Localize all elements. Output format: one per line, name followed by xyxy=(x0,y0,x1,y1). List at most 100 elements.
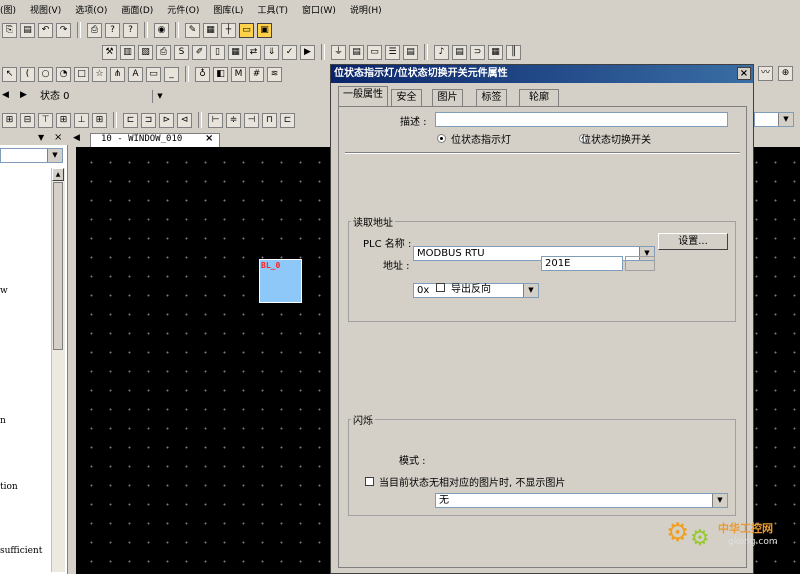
sd-icon[interactable]: S xyxy=(174,44,189,60)
arc-icon[interactable]: ( xyxy=(20,66,35,82)
pie-icon[interactable]: ◔ xyxy=(56,66,71,82)
plug-icon[interactable]: ⏚ xyxy=(331,44,346,60)
tab-security[interactable]: 安全 xyxy=(391,89,422,106)
next-state-icon[interactable]: ▶ xyxy=(20,90,27,100)
bit-lamp-element[interactable]: BL_0 xyxy=(259,259,302,303)
help-icon[interactable]: ? xyxy=(105,22,120,38)
screen-list-icon[interactable]: ▤ xyxy=(452,44,467,60)
rectangle-icon[interactable]: □ xyxy=(74,66,89,82)
dialog-titlebar[interactable]: 位状态指示灯/位状态切换开关元件属性 × xyxy=(331,65,753,83)
printer-setup-icon[interactable]: ⎙ xyxy=(156,44,171,60)
same-width-icon[interactable]: ⊓ xyxy=(262,112,277,128)
desc-input[interactable] xyxy=(435,112,728,127)
calendar-icon[interactable]: ▦ xyxy=(488,44,503,60)
tab-picture[interactable]: 图片 xyxy=(432,89,463,106)
same-height-icon[interactable]: ⊏ xyxy=(280,112,295,128)
align-bottom-icon[interactable]: ⊥ xyxy=(74,112,89,128)
panel-dropdown[interactable]: ▼ xyxy=(0,148,63,163)
scale-icon[interactable]: ⋔ xyxy=(110,66,125,82)
bulb-icon[interactable]: ♁ xyxy=(195,66,210,82)
menu-item-tools[interactable]: 工具(T) xyxy=(257,3,288,16)
picture-icon[interactable]: ▭ xyxy=(146,66,161,82)
bring-front-icon[interactable]: ⊏ xyxy=(123,112,138,128)
print-icon[interactable]: ⎙ xyxy=(87,22,102,38)
menu-item-view[interactable]: 视图(V) xyxy=(30,3,61,16)
switch-icon[interactable]: ◧ xyxy=(213,66,228,82)
link-icon[interactable]: ⊃ xyxy=(470,44,485,60)
compile-icon[interactable]: ✓ xyxy=(282,44,297,60)
tab-outline[interactable]: 轮廓 xyxy=(519,89,559,106)
bars-icon[interactable]: ║ xyxy=(506,44,521,60)
menu-item-screen[interactable]: 画面(D) xyxy=(121,3,153,16)
overlap-window-icon[interactable]: ▣ xyxy=(257,22,272,38)
grid-icon[interactable]: ▦ xyxy=(203,22,218,38)
right-dropdown[interactable]: ▼ xyxy=(754,112,794,127)
music-icon[interactable]: ♪ xyxy=(434,44,449,60)
pick-icon[interactable]: ◉ xyxy=(154,22,169,38)
folder-icon[interactable]: ▭ xyxy=(367,44,382,60)
tab-scroll-left-icon[interactable]: ◀ xyxy=(73,133,80,143)
target-icon[interactable]: ⊕ xyxy=(778,66,793,81)
transfer-icon[interactable]: ⇄ xyxy=(246,44,261,60)
menu-item-help[interactable]: 说明(H) xyxy=(350,3,382,16)
menu-item-library[interactable]: 图库(L) xyxy=(213,3,243,16)
paste-icon[interactable]: ▤ xyxy=(20,22,35,38)
download-icon[interactable]: ⇓ xyxy=(264,44,279,60)
record-icon[interactable]: ▤ xyxy=(403,44,418,60)
text-icon[interactable]: A xyxy=(128,66,143,82)
list-icon[interactable]: ☰ xyxy=(385,44,400,60)
radio-bit-lamp[interactable] xyxy=(437,134,446,143)
ungroup-icon[interactable]: ⊟ xyxy=(20,112,35,128)
panel-menu-icon[interactable]: ▼ xyxy=(38,133,44,142)
trend-icon[interactable]: 〰 xyxy=(758,66,773,81)
align-grid-icon[interactable]: ⊞ xyxy=(92,112,107,128)
prev-state-icon[interactable]: ◀ xyxy=(2,90,9,100)
edit-icon[interactable]: ✐ xyxy=(192,44,207,60)
scroll-thumb[interactable] xyxy=(53,182,63,350)
hide-picture-checkbox[interactable] xyxy=(365,477,374,486)
address-input[interactable]: 201E xyxy=(541,256,623,271)
context-help-icon[interactable]: ? xyxy=(123,22,138,38)
panel-close-icon[interactable]: × xyxy=(54,132,62,143)
invert-checkbox[interactable] xyxy=(436,283,445,292)
undo-icon[interactable]: ↶ xyxy=(38,22,53,38)
dialog-close-button[interactable]: × xyxy=(737,67,751,80)
align-top-icon[interactable]: ⊤ xyxy=(38,112,53,128)
tab-label-settings[interactable]: 标签 xyxy=(476,89,507,106)
multi-state-icon[interactable]: M xyxy=(231,66,246,82)
menu-item[interactable]: (图) xyxy=(0,3,16,16)
backward-icon[interactable]: ⊲ xyxy=(177,112,192,128)
panel-scrollbar[interactable]: ▲ xyxy=(51,168,65,572)
simulate-icon[interactable]: ▶ xyxy=(300,44,315,60)
menu-item-element[interactable]: 元件(O) xyxy=(167,3,199,16)
scroll-up-button[interactable]: ▲ xyxy=(52,168,64,181)
group-icon[interactable]: ⊞ xyxy=(2,112,17,128)
state-dropdown[interactable]: 状态 0 ▼ xyxy=(36,89,168,104)
copy-icon[interactable]: ⎘ xyxy=(2,22,17,38)
settings-button[interactable]: 设置... xyxy=(658,233,728,250)
page-icon[interactable]: ▯ xyxy=(210,44,225,60)
ascii-icon[interactable]: ≋ xyxy=(267,66,282,82)
mode-dropdown[interactable]: 无 ▼ xyxy=(435,493,728,508)
tab-close-icon[interactable]: × xyxy=(205,133,213,144)
book-icon[interactable]: ▤ xyxy=(349,44,364,60)
align-middle-icon[interactable]: ⊞ xyxy=(56,112,71,128)
align-left-icon[interactable]: ⊢ xyxy=(208,112,223,128)
tools-icon[interactable]: ⚒ xyxy=(102,44,117,60)
menu-item-options[interactable]: 选项(O) xyxy=(75,3,107,16)
shape-library-icon[interactable]: ▧ xyxy=(138,44,153,60)
align-right-icon[interactable]: ⊣ xyxy=(244,112,259,128)
table-icon[interactable]: ▦ xyxy=(228,44,243,60)
tab-window-010[interactable]: 10 - WINDOW_010 × xyxy=(90,133,220,147)
send-back-icon[interactable]: ⊐ xyxy=(141,112,156,128)
pen-icon[interactable]: ✎ xyxy=(185,22,200,38)
snap-icon[interactable]: ┼ xyxy=(221,22,236,38)
forward-icon[interactable]: ⊳ xyxy=(159,112,174,128)
pointer-icon[interactable]: ↖ xyxy=(2,66,17,82)
line-icon[interactable]: _ xyxy=(164,66,179,82)
image-library-icon[interactable]: ▥ xyxy=(120,44,135,60)
window-icon[interactable]: ▭ xyxy=(239,22,254,38)
align-center-icon[interactable]: ≑ xyxy=(226,112,241,128)
polygon-icon[interactable]: ☆ xyxy=(92,66,107,82)
menu-item-window[interactable]: 窗口(W) xyxy=(302,3,336,16)
